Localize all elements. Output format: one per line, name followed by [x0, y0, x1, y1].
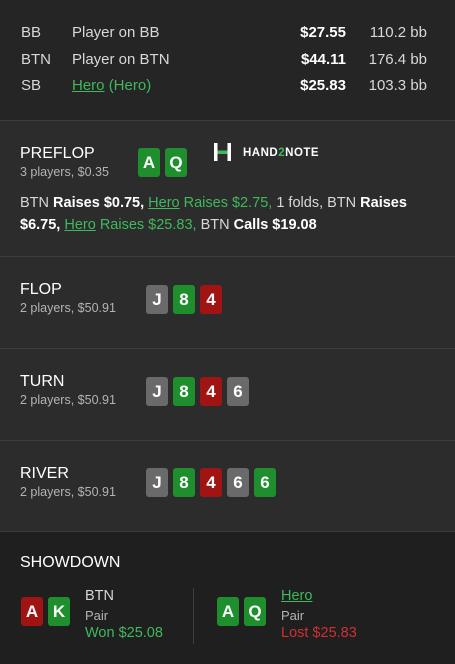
flop-title: FLOP	[20, 281, 62, 298]
playing-card: Q	[165, 148, 187, 177]
player-name: Player on BB	[72, 24, 160, 41]
player-stack: $44.11	[300, 51, 346, 68]
player-position: SB	[21, 77, 42, 94]
action-text: Calls $19.08	[233, 217, 317, 233]
playing-card: 6	[227, 468, 249, 497]
action-text: Raises $25.83,	[99, 217, 197, 233]
playing-card: A	[21, 597, 43, 626]
hand-history-panel: BB Player on BB $27.55 110.2 bb BTN Play…	[0, 0, 455, 664]
hero-tag: (Hero)	[108, 77, 152, 94]
player-row: BB Player on BB $27.55 110.2 bb	[0, 24, 455, 46]
preflop-title: PREFLOP	[20, 145, 95, 162]
player-stack-bb: 103.3 bb	[368, 77, 427, 94]
showdown-title: SHOWDOWN	[20, 554, 121, 571]
showdown-left-name: BTN	[85, 588, 114, 604]
flop-sub: 2 players, $50.91	[20, 301, 116, 315]
action-player: BTN	[20, 195, 49, 211]
preflop-actions: BTN Raises $0.75, Hero Raises $2.75, 1 f…	[20, 192, 440, 236]
preflop-sub: 3 players, $0.35	[20, 165, 109, 179]
showdown-left-cards: AK	[21, 597, 70, 626]
playing-card: 4	[200, 285, 222, 314]
action-player: BTN	[327, 195, 357, 211]
hero-link[interactable]: Hero	[148, 195, 179, 211]
action-player: BTN	[200, 217, 230, 233]
playing-card: 4	[200, 468, 222, 497]
player-stack-bb: 176.4 bb	[368, 51, 427, 68]
playing-card: 6	[227, 377, 249, 406]
showdown-right-hand: Pair	[281, 608, 305, 623]
player-row: SB Hero (Hero) $25.83 103.3 bb	[0, 77, 455, 99]
hand2note-logo: HAND2NOTE	[213, 141, 323, 165]
logo-part-note: NOTE	[285, 147, 320, 159]
playing-card: 8	[173, 377, 195, 406]
flop-cards: J84	[146, 285, 222, 314]
playing-card: A	[217, 597, 239, 626]
action-text: Raises $2.75,	[183, 195, 273, 211]
action-text: Raises	[360, 195, 407, 211]
player-row: BTN Player on BTN $44.11 176.4 bb	[0, 51, 455, 73]
player-position: BB	[21, 24, 42, 41]
player-stack-bb: 110.2 bb	[369, 24, 427, 41]
playing-card: A	[138, 148, 160, 177]
turn-sub: 2 players, $50.91	[20, 393, 116, 407]
preflop-cards: AQ	[138, 148, 187, 177]
playing-card: 6	[254, 468, 276, 497]
action-text: Raises $0.75,	[53, 195, 145, 211]
showdown-right-cards: AQ	[217, 597, 266, 626]
playing-card: 4	[200, 377, 222, 406]
action-text: 1 folds,	[276, 195, 324, 211]
player-position: BTN	[21, 51, 51, 68]
action-text: $6.75,	[20, 217, 61, 233]
river-title: RIVER	[20, 465, 69, 482]
river-sub: 2 players, $50.91	[20, 485, 116, 499]
player-stack: $27.55	[300, 24, 346, 41]
showdown-right-name[interactable]: Hero	[281, 588, 312, 604]
showdown-right-result: Lost $25.83	[281, 625, 357, 641]
turn-title: TURN	[20, 373, 65, 390]
player-stack: $25.83	[300, 77, 346, 94]
turn-cards: J846	[146, 377, 249, 406]
river-cards: J8466	[146, 468, 276, 497]
playing-card: 8	[173, 468, 195, 497]
playing-card: 8	[173, 285, 195, 314]
hero-link[interactable]: Hero	[72, 77, 105, 94]
showdown-left-result: Won $25.08	[85, 625, 163, 641]
showdown-divider	[193, 588, 194, 644]
playing-card: J	[146, 468, 168, 497]
playing-card: K	[48, 597, 70, 626]
player-name: Hero (Hero)	[72, 77, 151, 94]
playing-card: J	[146, 285, 168, 314]
players-section: BB Player on BB $27.55 110.2 bb BTN Play…	[0, 0, 455, 121]
hero-link[interactable]: Hero	[64, 217, 95, 233]
player-name: Player on BTN	[72, 51, 170, 68]
logo-part-hand: HAND	[243, 147, 279, 159]
hand2note-logo-text: HAND2NOTE	[243, 147, 319, 159]
playing-card: J	[146, 377, 168, 406]
hand2note-logo-icon	[214, 143, 231, 161]
playing-card: Q	[244, 597, 266, 626]
showdown-left-hand: Pair	[85, 608, 109, 623]
